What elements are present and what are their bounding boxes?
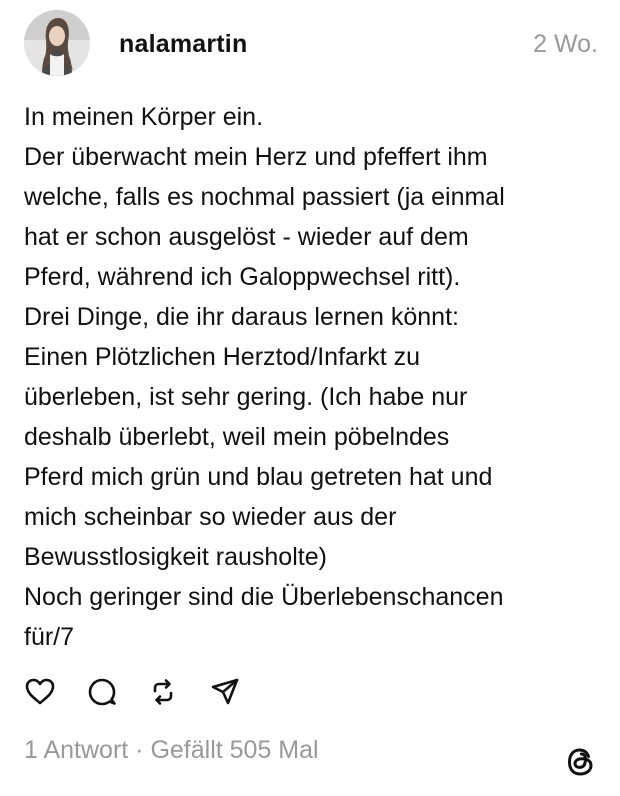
post-text-line: In meinen Körper ein.: [24, 103, 264, 131]
share-icon[interactable]: [209, 676, 241, 708]
post-text-line: für/7: [24, 623, 75, 651]
user-avatar-photo: [24, 10, 90, 76]
post-text: In meinen Körper ein. Der überwacht mein…: [24, 97, 604, 657]
post-text-line: überleben, ist sehr gering. (Ich habe nu…: [24, 383, 468, 411]
threads-logo-icon: [564, 744, 598, 780]
heart-icon[interactable]: [24, 676, 56, 708]
post-text-line: Der überwacht mein Herz und pfeffert ihm: [24, 143, 488, 171]
post-text-line: welche, falls es nochmal passiert (ja ei…: [24, 183, 505, 211]
post-text-line: mich scheinbar so wieder aus der: [24, 503, 397, 531]
post-stats[interactable]: 1 Antwort · Gefällt 505 Mal: [24, 736, 319, 765]
avatar[interactable]: [24, 10, 90, 76]
repost-icon[interactable]: [147, 676, 179, 708]
post-text-line: Noch geringer sind die Überlebenschancen: [24, 583, 504, 611]
post-text-line: Drei Dinge, die ihr daraus lernen könnt:: [24, 303, 459, 331]
post-text-line: deshalb überlebt, weil mein pöbelndes: [24, 423, 450, 451]
post-text-line: Einen Plötzlichen Herztod/Infarkt zu: [24, 343, 421, 371]
post-text-line: Pferd mich grün und blau getreten hat un…: [24, 463, 493, 491]
comment-icon[interactable]: [86, 676, 118, 708]
username[interactable]: nalamartin: [119, 30, 247, 59]
post-text-line: Pferd, während ich Galoppwechsel ritt).: [24, 263, 461, 291]
post-header: nalamartin 2 Wo.: [24, 10, 600, 78]
post-actions: [24, 676, 284, 716]
post-text-line: Bewusstlosigkeit rausholte): [24, 543, 327, 571]
post-timestamp: 2 Wo.: [533, 30, 598, 58]
post-text-line: hat er schon ausgelöst - wieder auf dem: [24, 223, 469, 251]
